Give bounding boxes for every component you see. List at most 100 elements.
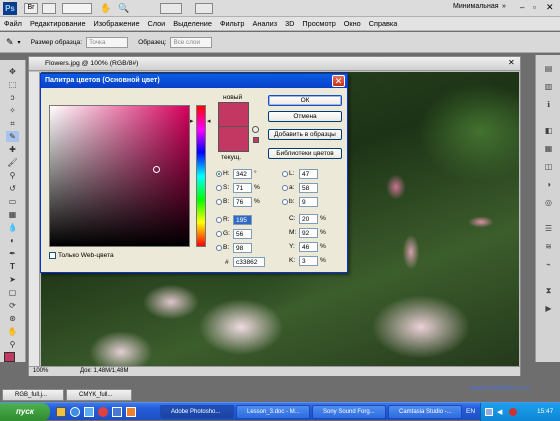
actions-panel-icon[interactable]: ▶ [542, 303, 555, 314]
close-button[interactable]: ✕ [546, 2, 554, 13]
web-colors-only-checkbox[interactable] [49, 252, 56, 259]
add-to-swatches-button[interactable]: Добавить в образцы [268, 129, 342, 140]
dodge-tool-icon[interactable]: ◐ [6, 235, 19, 246]
language-indicator[interactable]: EN [466, 408, 475, 415]
tray-volume-icon[interactable]: ◀ [497, 408, 502, 416]
quicklaunch-browser-icon[interactable] [70, 407, 80, 417]
foreground-color-swatch[interactable] [4, 352, 15, 362]
lightness-field[interactable]: 47 [299, 169, 318, 179]
red-field[interactable]: 195 [233, 215, 252, 225]
current-color-swatch[interactable] [218, 127, 249, 152]
3d-orbit-tool-icon[interactable]: ⊛ [6, 313, 19, 324]
zoom-readout[interactable]: 100% [33, 368, 48, 374]
saturation-brightness-field[interactable] [49, 105, 190, 247]
menu-select[interactable]: Выделение [169, 19, 216, 28]
hue-radio[interactable] [216, 171, 222, 177]
menu-help[interactable]: Справка [365, 19, 402, 28]
layers-panel-icon[interactable]: ☰ [542, 223, 555, 234]
gradient-tool-icon[interactable]: ▦ [6, 209, 19, 220]
hue-slider-right-arrow-icon[interactable]: ◂ [207, 118, 211, 125]
green-field[interactable]: 56 [233, 229, 252, 239]
hand-tool-icon[interactable]: ✋ [100, 3, 111, 14]
blur-tool-icon[interactable]: 💧 [6, 222, 19, 233]
a-channel-field[interactable]: 58 [299, 183, 318, 193]
document-title[interactable]: Flowers.jpg @ 100% (RGB/8#) [29, 57, 520, 71]
sample-size-combo[interactable]: Точка [86, 36, 129, 48]
hand-tool-icon[interactable]: ✋ [6, 326, 19, 337]
crop-tool-icon[interactable]: ⌗ [6, 118, 19, 129]
taskbar-item-sound-forge[interactable]: Sony Sound Forg... [312, 405, 386, 419]
cancel-button[interactable]: Отмена [268, 111, 342, 122]
swatches-panel-icon[interactable]: ▦ [542, 143, 555, 154]
workspace-switcher[interactable]: Минимальная [453, 3, 499, 10]
lightness-radio[interactable] [282, 171, 288, 177]
blue-field[interactable]: 98 [233, 243, 252, 253]
3d-rotate-tool-icon[interactable]: ⟳ [6, 300, 19, 311]
magenta-field[interactable]: 92 [299, 228, 318, 238]
saturation-radio[interactable] [216, 185, 222, 191]
workspace-chevron-icon[interactable]: » [502, 3, 506, 10]
black-field[interactable]: 3 [299, 256, 318, 266]
cube-icon[interactable] [252, 126, 259, 133]
quick-selection-tool-icon[interactable]: ✧ [6, 105, 19, 116]
zoom-tool-icon[interactable]: 🔍 [118, 3, 129, 14]
cyan-field[interactable]: 20 [299, 214, 318, 224]
hue-slider-left-arrow-icon[interactable]: ▸ [190, 118, 194, 125]
zoom-level-combo[interactable] [62, 3, 92, 14]
shape-tool-icon[interactable]: ▢ [6, 287, 19, 298]
paths-panel-icon[interactable]: ⌁ [542, 259, 555, 270]
menu-file[interactable]: Файл [0, 19, 26, 28]
eraser-tool-icon[interactable]: ▭ [6, 196, 19, 207]
b-channel-field[interactable]: 9 [299, 197, 318, 207]
hex-field[interactable]: c33862 [233, 257, 265, 267]
minimize-button[interactable]: – [520, 3, 524, 12]
color-picker-cursor[interactable] [153, 166, 160, 173]
sample-combo[interactable]: Все слои [170, 36, 213, 48]
marquee-tool-icon[interactable]: ⬚ [6, 79, 19, 90]
ok-button[interactable]: ОК [268, 95, 342, 106]
eyedropper-tool-icon[interactable]: ✎ [6, 131, 19, 142]
brush-tool-icon[interactable]: 🖌 [6, 157, 19, 168]
dialog-close-icon[interactable]: ✕ [332, 75, 345, 87]
menu-window[interactable]: Окно [340, 19, 365, 28]
quicklaunch-extra-icon[interactable] [126, 407, 136, 417]
hue-slider[interactable] [196, 105, 206, 247]
navigator-panel-icon[interactable]: ▤ [542, 63, 555, 74]
dialog-title[interactable]: Палитра цветов (Основной цвет) [41, 74, 347, 88]
clone-stamp-tool-icon[interactable]: ⚲ [6, 170, 19, 181]
histogram-panel-icon[interactable]: ▥ [542, 81, 555, 92]
color-libraries-button[interactable]: Библиотеки цветов [268, 148, 342, 159]
color-panel-icon[interactable]: ◧ [542, 125, 555, 136]
taskbar-item-photoshop[interactable]: Adobe Photosho... [160, 405, 234, 419]
a-channel-radio[interactable] [282, 185, 288, 191]
tray-network-icon[interactable] [485, 408, 493, 416]
saturation-field[interactable]: 71 [233, 183, 252, 193]
hue-field[interactable]: 342 [233, 169, 252, 179]
quicklaunch-media-icon[interactable] [98, 407, 108, 417]
quicklaunch-explorer-icon[interactable] [112, 407, 122, 417]
info-panel-icon[interactable]: ℹ [542, 99, 555, 110]
history-brush-tool-icon[interactable]: ↺ [6, 183, 19, 194]
red-radio[interactable] [216, 217, 222, 223]
web-safe-warning-icon[interactable] [253, 137, 259, 143]
zoom-tool-icon[interactable]: ⚲ [6, 339, 19, 350]
healing-brush-tool-icon[interactable]: ✚ [6, 144, 19, 155]
quicklaunch-app-icon[interactable] [84, 407, 94, 417]
taskbar-item-lesson-doc[interactable]: Lesson_3.doc - M... [236, 405, 310, 419]
menu-3d[interactable]: 3D [281, 19, 298, 28]
document-close-icon[interactable]: ✕ [508, 58, 515, 67]
tool-preset-chevron-icon[interactable]: ▾ [18, 39, 21, 46]
menu-analysis[interactable]: Анализ [248, 19, 281, 28]
tray-security-icon[interactable] [509, 408, 517, 416]
arrange-documents-icon[interactable] [160, 3, 182, 14]
adjustments-panel-icon[interactable]: ◑ [542, 179, 555, 190]
taskbar-clock[interactable]: 15:47 [537, 408, 553, 415]
brightness-radio[interactable] [216, 199, 222, 205]
menu-layers[interactable]: Слои [144, 19, 170, 28]
path-selection-tool-icon[interactable]: ➤ [6, 274, 19, 285]
styles-panel-icon[interactable]: ◫ [542, 161, 555, 172]
b-channel-radio[interactable] [282, 199, 288, 205]
screen-mode-icon[interactable] [195, 3, 213, 14]
type-tool-icon[interactable]: T [6, 261, 19, 272]
channels-panel-icon[interactable]: ≋ [542, 241, 555, 252]
